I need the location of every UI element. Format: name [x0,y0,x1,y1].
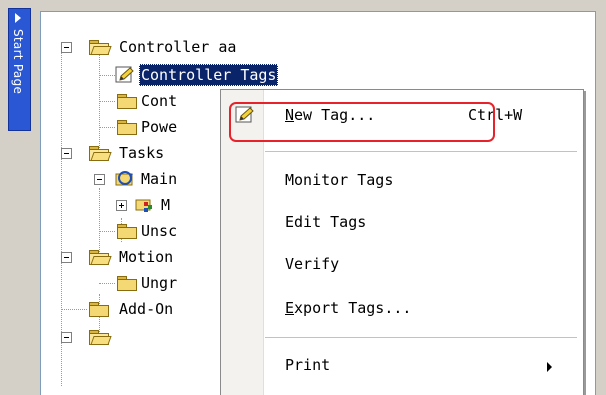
folder-open-icon [89,40,112,55]
folder-open-icon [89,330,112,345]
tree-item-label: Add-On [119,300,174,318]
expand-icon[interactable] [116,200,127,211]
folder-icon [117,276,137,291]
tree-item-label: Unsc [141,222,178,240]
submenu-arrow-icon [547,362,552,372]
menu-item-monitor-tags[interactable]: Monitor Tags [285,168,393,192]
folder-icon [89,302,109,317]
tree-item-label: Ungr [141,274,178,292]
folder-icon [117,120,137,135]
menu-separator [265,337,577,338]
mnemonic-e: E [285,299,295,317]
menu-item-print[interactable]: Print [285,353,330,377]
pencil-tag-icon [115,66,135,84]
collapse-icon[interactable] [61,42,72,53]
start-page-label: Start Page [11,29,25,95]
tree-line [99,283,115,284]
collapse-icon[interactable] [94,174,105,185]
tree-item-label: Controller Tags [139,64,279,86]
tree-item-label: M [161,196,171,214]
task-icon [115,170,135,188]
tree-item-label: Motion [119,248,174,266]
tree-line [61,309,87,310]
tree-item-label: Tasks [119,144,165,162]
menu-item-edit-tags[interactable]: Edit Tags [285,210,366,234]
menu-item-export-tags[interactable]: Export Tags... [285,296,411,320]
program-icon [135,196,155,214]
collapse-icon[interactable] [61,332,72,343]
folder-open-icon [89,146,112,161]
highlight-annotation [229,102,495,142]
tree-item-label: Powe [141,118,178,136]
tree-line [99,231,115,232]
start-page-tab[interactable]: Start Page [8,8,31,131]
tree-line [99,54,100,160]
expand-arrow-icon [15,13,21,23]
tree-line [99,127,115,128]
menu-item-label-rest: xport Tags... [294,299,412,317]
folder-icon [117,224,137,239]
tree-line [99,75,115,76]
tree-item-label: Main [141,170,178,188]
tree-item-label: Cont [141,92,178,110]
tree-line [99,101,115,102]
menu-item-verify[interactable]: Verify [285,252,339,276]
collapse-icon[interactable] [61,148,72,159]
tree-item-label: Controller aa [119,38,237,56]
folder-open-icon [89,250,112,265]
menu-separator [265,151,577,152]
collapse-icon[interactable] [61,252,72,263]
folder-icon [117,94,137,109]
